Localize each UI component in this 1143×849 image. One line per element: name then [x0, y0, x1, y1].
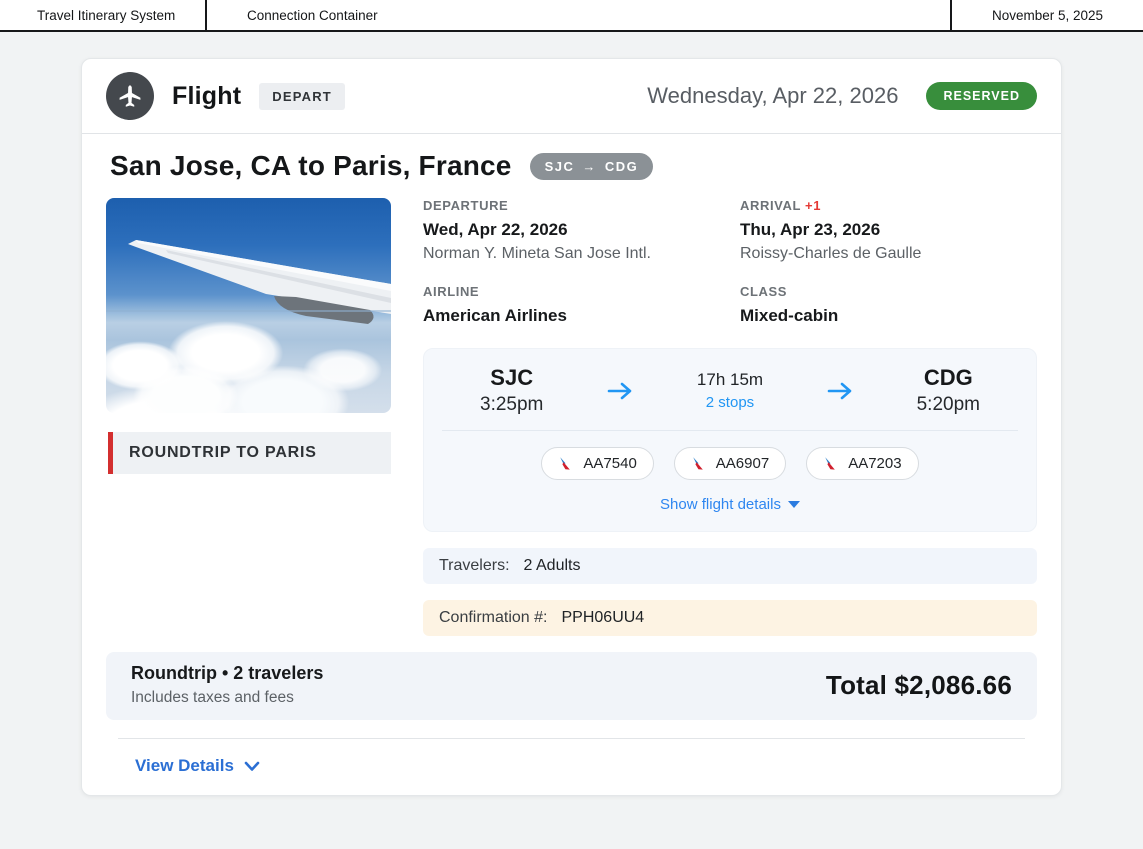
arrival-block: ARRIVAL+1 Thu, Apr 23, 2026 Roissy-Charl…: [740, 198, 1037, 263]
total-price: Total $2,086.66: [826, 670, 1012, 701]
iata-route-badge: SJC → CDG: [530, 153, 654, 180]
travelers-label: Travelers:: [439, 557, 510, 575]
trip-summary: Roundtrip • 2 travelers: [131, 663, 323, 684]
arrow-icon: →: [582, 159, 597, 174]
american-airlines-logo-icon: [691, 456, 707, 472]
view-details-button[interactable]: View Details: [106, 739, 1037, 795]
status-badge: RESERVED: [926, 82, 1037, 110]
flight-number-chip[interactable]: AA7203: [806, 447, 918, 480]
depart-badge: DEPART: [259, 83, 345, 110]
segment-date: Wednesday, Apr 22, 2026: [647, 83, 898, 109]
plus-one-day: +1: [805, 198, 821, 213]
stops-link[interactable]: 2 stops: [697, 394, 763, 411]
roundtrip-label-box: ROUNDTRIP TO PARIS: [108, 432, 391, 474]
segment-type-title: Flight: [172, 82, 241, 111]
american-airlines-logo-icon: [823, 456, 839, 472]
plane-icon: [106, 72, 154, 120]
container-title: Connection Container: [207, 0, 952, 30]
card-header: Flight DEPART Wednesday, Apr 22, 2026 RE…: [82, 59, 1061, 134]
arrow-right-icon: [606, 380, 634, 402]
travelers-row: Travelers: 2 Adults: [423, 548, 1037, 584]
flight-number-chip[interactable]: AA6907: [674, 447, 786, 480]
trip-title: San Jose, CA to Paris, France: [110, 150, 512, 182]
airline-block: AIRLINE American Airlines: [423, 284, 720, 331]
current-date: November 5, 2025: [952, 0, 1143, 30]
chevron-down-icon: [244, 761, 260, 772]
confirmation-value: PPH06UU4: [562, 609, 645, 627]
flight-number-chip[interactable]: AA7540: [541, 447, 653, 480]
origin-airport: SJC 3:25pm: [480, 365, 543, 416]
leg-duration: 17h 15m 2 stops: [697, 370, 763, 411]
wing-over-clouds-photo: [106, 198, 391, 413]
show-flight-details-button[interactable]: Show flight details: [442, 486, 1018, 519]
taxes-note: Includes taxes and fees: [131, 689, 323, 707]
iata-destination: CDG: [605, 159, 638, 174]
price-summary-strip: Roundtrip • 2 travelers Includes taxes a…: [106, 652, 1037, 720]
confirmation-label: Confirmation #:: [439, 609, 548, 627]
app-title: Travel Itinerary System: [0, 0, 207, 30]
iata-origin: SJC: [545, 159, 575, 174]
route-summary-box: SJC 3:25pm 17h 15m 2 stops: [423, 348, 1037, 532]
confirmation-row: Confirmation #: PPH06UU4: [423, 600, 1037, 636]
destination-airport: CDG 5:20pm: [917, 365, 980, 416]
arrow-right-icon: [826, 380, 854, 402]
departure-block: DEPARTURE Wed, Apr 22, 2026 Norman Y. Mi…: [423, 198, 720, 263]
caret-down-icon: [788, 501, 800, 508]
top-bar: Travel Itinerary System Connection Conta…: [0, 0, 1143, 32]
american-airlines-logo-icon: [558, 456, 574, 472]
travelers-value: 2 Adults: [524, 557, 581, 575]
flight-card: Flight DEPART Wednesday, Apr 22, 2026 RE…: [81, 58, 1062, 796]
class-block: CLASS Mixed-cabin: [740, 284, 1037, 331]
roundtrip-label: ROUNDTRIP TO PARIS: [129, 444, 317, 461]
